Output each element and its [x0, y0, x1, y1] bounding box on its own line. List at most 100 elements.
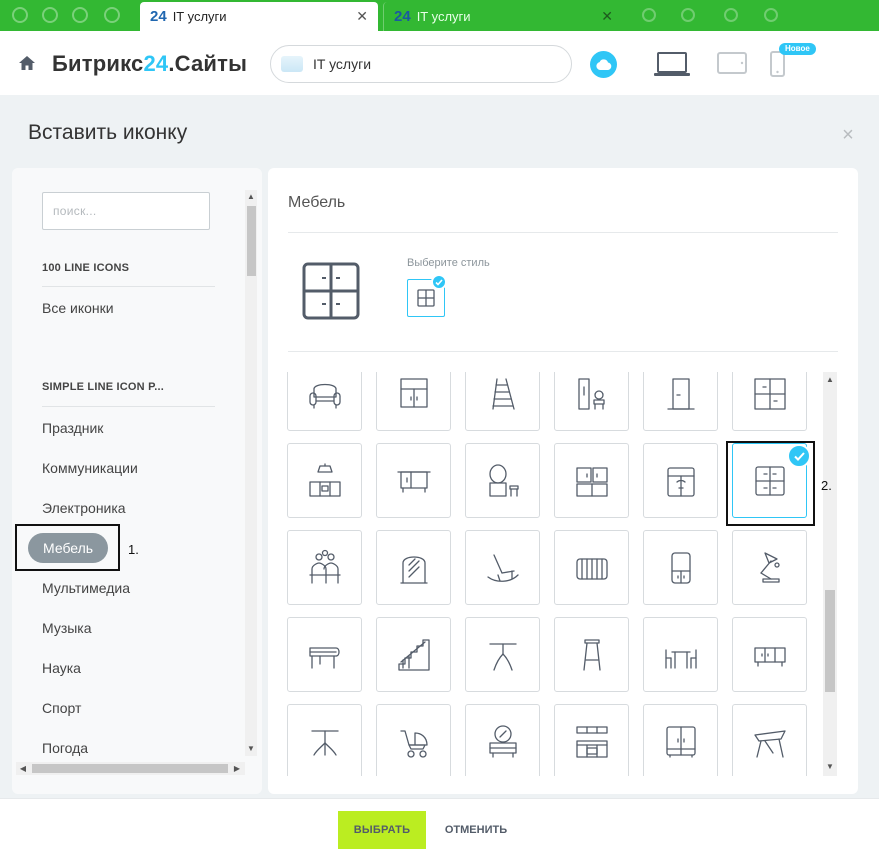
icon-cell[interactable]: [643, 372, 718, 431]
sidebar-item-all-icons[interactable]: Все иконки: [42, 300, 114, 316]
scroll-up-icon[interactable]: ▲: [825, 375, 835, 384]
icon-cell[interactable]: [732, 704, 807, 776]
cabinet-icon: [399, 377, 428, 408]
icon-cell[interactable]: [643, 530, 718, 605]
site-thumbnail-icon: [281, 56, 303, 72]
scroll-down-icon[interactable]: ▼: [825, 762, 835, 771]
dresser-icon: [396, 470, 431, 493]
reload-icon[interactable]: [72, 7, 88, 23]
side-table-icon: [310, 729, 339, 756]
scroll-thumb[interactable]: [32, 764, 228, 773]
new-tab-icon[interactable]: [642, 8, 656, 22]
icon-cell[interactable]: [376, 443, 451, 518]
laptop-view-icon[interactable]: [654, 52, 690, 78]
scroll-thumb[interactable]: [825, 590, 835, 692]
icon-cell[interactable]: [554, 617, 629, 692]
close-icon[interactable]: ×: [838, 124, 858, 147]
icon-cell[interactable]: [465, 372, 540, 431]
browser-tab-active[interactable]: 24 IT услуги ✕: [140, 2, 378, 31]
stroller-icon: [399, 729, 428, 758]
scroll-up-icon[interactable]: ▲: [246, 192, 256, 201]
icon-cell[interactable]: [732, 617, 807, 692]
sidebar-item-electronics[interactable]: Электроника: [42, 500, 126, 516]
cancel-button[interactable]: ОТМЕНИТЬ: [436, 811, 516, 849]
phone-view-icon[interactable]: [770, 51, 785, 77]
sidebar-item-science[interactable]: Наука: [42, 660, 81, 676]
tab-title: IT услуги: [416, 9, 471, 24]
rocking-chair-icon: [486, 553, 519, 582]
logo-text: Битрикс: [52, 51, 144, 76]
cupboard-icon: [575, 466, 608, 497]
icon-cell[interactable]: [287, 617, 362, 692]
sidebar-vertical-scrollbar[interactable]: ▲ ▼: [245, 190, 257, 756]
choose-button[interactable]: ВЫБРАТЬ: [338, 811, 426, 849]
search-input[interactable]: [42, 192, 210, 230]
icon-cell[interactable]: [287, 704, 362, 776]
icon-cell[interactable]: [287, 443, 362, 518]
icon-cell[interactable]: [376, 372, 451, 431]
settings-icon[interactable]: [681, 8, 695, 22]
icon-cell[interactable]: [643, 617, 718, 692]
icon-cell[interactable]: [287, 372, 362, 431]
forward-icon[interactable]: [42, 7, 58, 23]
checkmark-icon: [431, 274, 447, 290]
back-icon[interactable]: [12, 7, 28, 23]
tab-close-icon[interactable]: ✕: [601, 8, 613, 25]
icon-cell[interactable]: [554, 443, 629, 518]
tab-close-icon[interactable]: ✕: [356, 8, 368, 25]
round-table-icon: [488, 642, 517, 671]
sidebar-item-music[interactable]: Музыка: [42, 620, 92, 636]
browser-tab-inactive[interactable]: 24 IT услуги ✕: [383, 2, 623, 31]
scroll-right-icon[interactable]: ▶: [232, 764, 242, 773]
browser-tabbar: 24 IT услуги ✕ 24 IT услуги ✕: [0, 0, 879, 31]
sidebar-horizontal-scrollbar[interactable]: ◀ ▶: [16, 762, 245, 775]
locker-chair-icon: [577, 377, 605, 410]
sidebar-item-sport[interactable]: Спорт: [42, 700, 81, 716]
bitrix-favicon-icon: 24: [394, 8, 411, 25]
drafting-table-icon: [753, 729, 786, 758]
profile-icon[interactable]: [764, 8, 778, 22]
icon-cell[interactable]: [554, 704, 629, 776]
app-logo[interactable]: Битрикс24.Сайты: [52, 51, 247, 77]
sideboard-icon: [753, 646, 786, 667]
icon-cell[interactable]: [643, 443, 718, 518]
icon-grid-scrollbar[interactable]: ▲ ▼: [823, 372, 837, 776]
icon-cell[interactable]: [287, 530, 362, 605]
icon-cell[interactable]: [554, 372, 629, 431]
group-title: SIMPLE LINE ICON P...: [42, 381, 164, 393]
armchair-icon: [308, 383, 341, 409]
icon-cell[interactable]: [465, 704, 540, 776]
home-icon[interactable]: [19, 56, 35, 70]
icon-cell[interactable]: [376, 530, 451, 605]
icon-cell[interactable]: [376, 617, 451, 692]
scroll-down-icon[interactable]: ▼: [246, 744, 256, 753]
icon-cell[interactable]: [465, 617, 540, 692]
mirror-dresser-icon: [488, 724, 517, 758]
shelf-icon: [753, 377, 786, 410]
icon-cell[interactable]: [732, 530, 807, 605]
sidebar-item-multimedia[interactable]: Мультимедиа: [42, 580, 130, 596]
icon-cell[interactable]: [554, 530, 629, 605]
sidebar-item-weather[interactable]: Погода: [42, 740, 88, 756]
icon-cell[interactable]: [643, 704, 718, 776]
scroll-left-icon[interactable]: ◀: [18, 764, 28, 773]
category-title: Мебель: [288, 194, 346, 211]
logo-suffix: .Сайты: [168, 51, 248, 76]
icon-cell[interactable]: [376, 704, 451, 776]
sidebar-item-holiday[interactable]: Праздник: [42, 420, 103, 436]
sidebar-item-communications[interactable]: Коммуникации: [42, 460, 138, 476]
scroll-thumb[interactable]: [247, 206, 256, 276]
ladder-icon: [491, 377, 515, 410]
menu-icon[interactable]: [104, 7, 120, 23]
modal-title: Вставить иконку: [28, 121, 188, 144]
icon-cell[interactable]: [465, 443, 540, 518]
extension-icon[interactable]: [724, 8, 738, 22]
site-selector[interactable]: IT услуги: [270, 45, 572, 83]
kitchen-set-icon: [575, 725, 608, 758]
cloud-icon[interactable]: [590, 51, 617, 78]
icon-cell[interactable]: [732, 372, 807, 431]
divider: [42, 406, 215, 407]
vanity-icon: [488, 463, 519, 497]
tablet-view-icon[interactable]: [717, 52, 747, 74]
icon-cell[interactable]: [465, 530, 540, 605]
